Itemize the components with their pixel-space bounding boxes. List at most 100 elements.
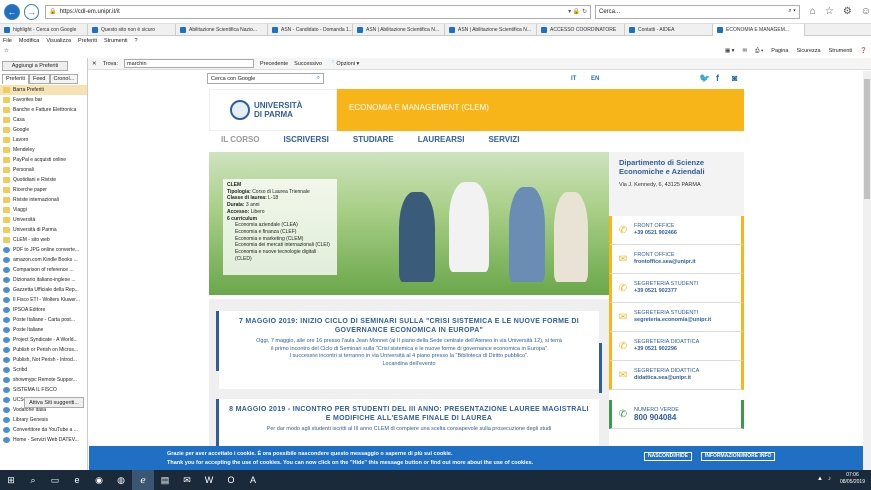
system-tray[interactable]: ▲ ♪	[817, 476, 831, 482]
favorite-item[interactable]: Dizionario italiano-inglese ...	[0, 275, 87, 285]
tab-favorites[interactable]: Preferiti	[2, 74, 29, 84]
event-poster-link[interactable]: Locandina dell'evento	[382, 361, 435, 367]
find-close-icon[interactable]: ✕	[92, 61, 97, 67]
tab-active[interactable]: ECONOMIA E MANAGEM...	[713, 24, 805, 36]
add-favorites-star-icon[interactable]: ☆	[4, 48, 9, 54]
favorite-item[interactable]: Convertitore da YouTube a ...	[0, 425, 87, 435]
smiley-icon[interactable]: ☺	[861, 6, 871, 17]
acrobat-icon[interactable]: A	[242, 470, 264, 490]
suggested-sites-button[interactable]: Attiva Siti suggeriti...	[24, 397, 84, 408]
twitter-icon[interactable]: 🐦	[699, 73, 710, 84]
favorite-item[interactable]: Project Syndicate - A World...	[0, 335, 87, 345]
url-text[interactable]: https://cdl-em.unipr.it/it	[57, 9, 568, 15]
favorite-item[interactable]: Library Genesis	[0, 415, 87, 425]
favorite-item[interactable]: Google	[0, 125, 87, 135]
task-view-icon[interactable]: ▭	[44, 470, 66, 490]
favorite-item[interactable]: Comparison of reference ...	[0, 265, 87, 275]
browser-search-box[interactable]: Cerca... ⌕ ▾	[595, 4, 800, 19]
word-icon[interactable]: W	[198, 470, 220, 490]
news-title[interactable]: 8 MAGGIO 2019 - INCONTRO PER STUDENTI DE…	[227, 405, 591, 423]
mail-icon[interactable]: ✉	[742, 48, 747, 54]
favorite-item[interactable]: Università di Parma	[0, 225, 87, 235]
favorite-item[interactable]: Riviste internazionali	[0, 195, 87, 205]
cookie-hide-button[interactable]: NASCONDI/HIDE	[644, 452, 693, 461]
contact-student-office-mail[interactable]: ✉ SEGRETERIA STUDENTI segreteria.economia…	[609, 303, 744, 332]
facebook-icon[interactable]: f	[716, 73, 719, 83]
favorite-item[interactable]: Favorites bar	[0, 95, 87, 105]
firefox-icon[interactable]: ◍	[110, 470, 132, 490]
favorite-item[interactable]: IPSOA Editore	[0, 305, 87, 315]
tab-1[interactable]: Questo sito non è sicuro	[88, 24, 176, 36]
nav-il-corso[interactable]: IL CORSO	[221, 135, 260, 149]
favorite-item[interactable]: showmypc Remote Suppor...	[0, 375, 87, 385]
address-bar[interactable]: 🔒 https://cdl-em.unipr.it/it ▾ 🔒 ↻	[45, 4, 592, 19]
back-button[interactable]: ←	[4, 3, 20, 20]
favorite-item[interactable]: amazon.com Kindle Books ...	[0, 255, 87, 265]
tab-3[interactable]: ASN - Candidato - Domanda 1...	[268, 24, 353, 36]
contact-teaching-office-mail[interactable]: ✉ SEGRETERIA DIDATTICA didattica.sea@unip…	[609, 361, 744, 390]
page-menu[interactable]: Pagina	[771, 48, 788, 54]
file-explorer-icon[interactable]: ▤	[154, 470, 176, 490]
gear-icon[interactable]: ⚙	[843, 6, 852, 17]
favorite-item[interactable]: Quotidiani e Riviste	[0, 175, 87, 185]
tab-0[interactable]: highlight - Cerca con Google	[0, 24, 88, 36]
instagram-icon[interactable]: ◙	[732, 73, 737, 83]
contact-front-office-phone[interactable]: ✆ FRONT OFFICE +39 0521 902466	[609, 216, 744, 245]
nav-studiare[interactable]: STUDIARE	[353, 135, 394, 149]
contact-front-office-mail[interactable]: ✉ FRONT OFFICE frontoffice.sea@unipr.it	[609, 245, 744, 274]
lang-en-link[interactable]: EN	[591, 76, 599, 82]
site-search-input[interactable]: Cerca con Google ⌕	[207, 73, 324, 84]
mail-app-icon[interactable]: ✉	[176, 470, 198, 490]
favorite-item[interactable]: Ricerche paper	[0, 185, 87, 195]
nav-iscriversi[interactable]: ISCRIVERSI	[284, 135, 329, 149]
help-icon[interactable]: ❓	[860, 48, 867, 54]
find-input[interactable]: marchin	[124, 59, 254, 68]
favorite-item[interactable]: Home - Servizi Web DATEV...	[0, 435, 87, 445]
tools-menu[interactable]: Strumenti	[829, 48, 853, 54]
print-icon[interactable]: ⎙ ▾	[755, 48, 763, 55]
favorite-item[interactable]: Publish, Not Perish - Introd...	[0, 355, 87, 365]
favorite-item[interactable]: Barra Preferiti	[0, 85, 87, 95]
favorite-item[interactable]: Mendeley	[0, 145, 87, 155]
network-icon[interactable]: ▲	[817, 476, 823, 482]
department-title[interactable]: Dipartimento di Scienze Economiche e Azi…	[619, 158, 734, 176]
favorite-item[interactable]: Università	[0, 215, 87, 225]
tab-7[interactable]: Contatti - AIDEA	[625, 24, 713, 36]
clock[interactable]: 07:06 08/05/2019	[840, 472, 865, 486]
tab-5[interactable]: ASN | Abilitazione Scientifica N...	[445, 24, 537, 36]
cookie-info-button[interactable]: INFORMAZIONI/MORE INFO	[701, 452, 776, 461]
address-tools-icons[interactable]: ▾ 🔒 ↻	[568, 8, 587, 15]
windows-start-icon[interactable]: ⊞	[0, 470, 22, 490]
contact-toll-free[interactable]: ✆ NUMERO VERDE 800 904084	[609, 400, 744, 429]
security-menu[interactable]: Sicurezza	[796, 48, 820, 54]
home-icon[interactable]: ⌂	[810, 6, 816, 17]
tab-4[interactable]: ASN | Abilitazione Scientifica N...	[353, 24, 445, 36]
edge-icon[interactable]: e	[66, 470, 88, 490]
outlook-icon[interactable]: O	[220, 470, 242, 490]
favorite-item[interactable]: Personali	[0, 165, 87, 175]
favorite-item[interactable]: Banche e Fatture Elettronica	[0, 105, 87, 115]
add-to-favorites-button[interactable]: Aggiungi a Preferiti	[2, 61, 68, 71]
find-next-button[interactable]: Successivo	[294, 61, 322, 67]
rss-icon[interactable]: ▦ ▾	[725, 48, 735, 54]
university-logo[interactable]: UNIVERSITÀ DI PARMA	[209, 89, 337, 131]
menu-tools[interactable]: Strumenti	[104, 38, 128, 44]
forward-button[interactable]: →	[23, 3, 40, 20]
chrome-icon[interactable]: ◉	[88, 470, 110, 490]
favorite-item[interactable]: Viaggi	[0, 205, 87, 215]
favorite-item[interactable]: Scribd	[0, 365, 87, 375]
tab-history[interactable]: Cronol...	[49, 74, 79, 84]
menu-favorites[interactable]: Preferiti	[78, 38, 97, 44]
menu-edit[interactable]: Modifica	[19, 38, 39, 44]
favorites-star-icon[interactable]: ☆	[825, 6, 834, 17]
tab-6[interactable]: ACCESSO COORDINATORE	[537, 24, 625, 36]
search-icon[interactable]: ⌕ ▾	[788, 8, 796, 15]
contact-student-office-phone[interactable]: ✆ SEGRETERIA STUDENTI +39 0521 902377	[609, 274, 744, 303]
favorite-item[interactable]: Gazzetta Ufficiale della Rep...	[0, 285, 87, 295]
search-icon[interactable]: ⌕	[22, 470, 44, 490]
internet-explorer-icon[interactable]: ℯ	[132, 470, 154, 490]
favorite-item[interactable]: Casa	[0, 115, 87, 125]
find-previous-button[interactable]: Precedente	[260, 61, 288, 67]
menu-help[interactable]: ?	[135, 38, 138, 44]
nav-servizi[interactable]: SERVIZI	[488, 135, 519, 149]
